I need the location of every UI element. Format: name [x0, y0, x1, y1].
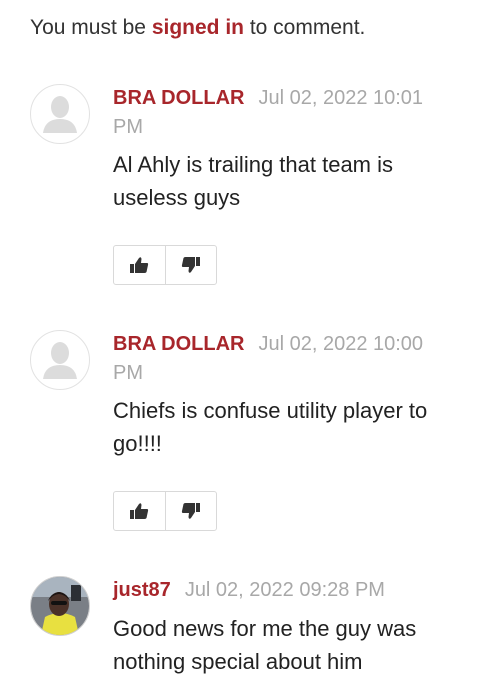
- user-avatar: [30, 576, 90, 636]
- thumbs-up-icon: [130, 503, 149, 519]
- upvote-button[interactable]: [114, 492, 165, 530]
- upvote-button[interactable]: [114, 246, 165, 284]
- comment-author[interactable]: BRA DOLLAR: [113, 87, 244, 109]
- signin-link[interactable]: signed in: [152, 16, 244, 39]
- signin-prefix: You must be: [30, 16, 152, 39]
- default-avatar-icon: [30, 84, 90, 144]
- thumbs-down-icon: [181, 257, 200, 273]
- downvote-button[interactable]: [164, 492, 217, 530]
- comment-text: Good news for me the guy was nothing spe…: [113, 616, 417, 674]
- comment-text: Chiefs is confuse utility player to go!!…: [113, 398, 428, 456]
- default-avatar-icon: [30, 330, 90, 390]
- comment-meta: BRA DOLLAR Jul 02, 2022 10:01 PM: [113, 84, 453, 142]
- comment-meta: just87 Jul 02, 2022 09:28 PM: [113, 576, 453, 605]
- signin-prompt: You must be signed in to comment.: [30, 16, 365, 40]
- comment-author[interactable]: just87: [113, 579, 171, 601]
- thumbs-up-icon: [130, 257, 149, 273]
- comment-text: Al Ahly is trailing that team is useless…: [113, 152, 394, 210]
- comment-author[interactable]: BRA DOLLAR: [113, 333, 244, 355]
- thumbs-down-icon: [181, 503, 200, 519]
- vote-controls: [113, 245, 217, 285]
- signin-suffix: to comment.: [244, 16, 366, 39]
- downvote-button[interactable]: [164, 246, 217, 284]
- vote-controls: [113, 491, 217, 531]
- comment-meta: BRA DOLLAR Jul 02, 2022 10:00 PM: [113, 330, 453, 388]
- comment-date: Jul 02, 2022 09:28 PM: [184, 579, 385, 601]
